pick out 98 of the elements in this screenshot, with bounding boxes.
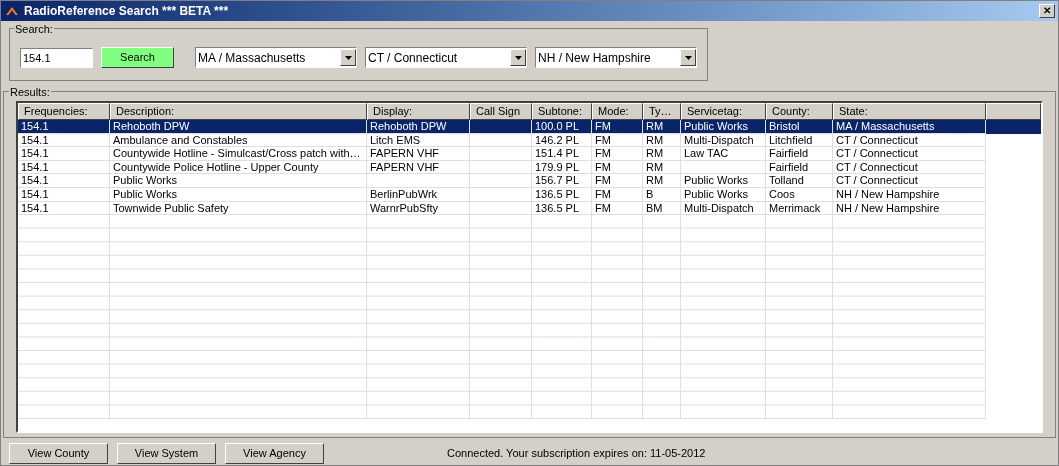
table-cell: Public Works — [684, 120, 748, 132]
table-cell: RM — [646, 147, 664, 160]
view-button[interactable]: View System — [117, 443, 216, 464]
table-cell: RM — [646, 133, 664, 146]
table-cell: NH / New Hampshire — [836, 201, 940, 214]
caret-icon — [514, 55, 522, 60]
result-row[interactable]: 154.1 Public Works 156.7 PL FM RM Public Works Tolland CT / Connecticut — [18, 174, 1041, 188]
table-cell: Townwide Public Safety — [113, 201, 229, 214]
table-cell: CT / Connecticut — [836, 174, 918, 187]
table-cell: Multi-Dispatch — [684, 201, 754, 214]
table-cell: 154.1 — [21, 120, 49, 132]
table-cell: B — [646, 187, 654, 200]
view-button[interactable]: View County — [9, 443, 108, 464]
table-cell: Fairfield — [769, 147, 809, 160]
table-cell: Tolland — [769, 174, 804, 187]
status-text: Connected. Your subscription expires on: 11-05-2012 — [447, 446, 706, 462]
table-cell: FM — [595, 120, 611, 132]
table-cell: Public Works — [113, 187, 177, 200]
state-dropdown[interactable]: NH / New Hampshire — [535, 47, 697, 68]
table-cell: NH / New Hampshire — [836, 187, 940, 200]
table-cell: BerlinPubWrk — [370, 187, 438, 200]
table-cell: 154.1 — [21, 201, 49, 214]
dropdown-button[interactable] — [340, 49, 356, 66]
table-cell: WarnrPubSfty — [370, 201, 439, 214]
result-row[interactable]: 154.1 Townwide Public Safety WarnrPubSfty 136.5 PL FM BM Multi-Dispatch Merrimack NH / New Hampshire — [18, 201, 1041, 216]
dropdown-button[interactable] — [680, 49, 696, 66]
table-cell: FAPERN VHF — [370, 147, 440, 160]
result-row[interactable]: 154.1 Ambulance and Constables Litch EMS 146.2 PL FM RM Multi-Dispatch Litchfield CT / Connecticut — [18, 133, 1041, 148]
frequency-field[interactable]: 154.1 — [20, 47, 93, 68]
column-header[interactable]: Frequencies: — [18, 103, 110, 120]
table-cell: FM — [595, 201, 611, 214]
caret-icon — [684, 55, 692, 60]
table-cell: 146.2 PL — [535, 133, 580, 146]
dropdown-value: MA / Massachusetts — [198, 49, 307, 67]
table-cell: Countywide Hotline - Simulcast/Cross patch with… — [113, 147, 361, 160]
dropdown-value: NH / New Hampshire — [538, 49, 652, 67]
table-cell: 154.1 — [21, 174, 49, 187]
column-header[interactable]: County: — [766, 103, 833, 120]
table-cell: Public Works — [684, 187, 748, 200]
state-dropdown[interactable]: MA / Massachusetts — [195, 47, 357, 68]
column-header[interactable]: Display: — [367, 103, 470, 120]
table-cell: RM — [646, 120, 664, 132]
table-cell: FM — [595, 147, 611, 160]
table-cell: FM — [595, 187, 611, 200]
table-cell: FM — [595, 160, 611, 173]
column-header[interactable]: Description: — [110, 103, 367, 120]
table-cell: Law TAC — [684, 147, 729, 160]
table-cell: Litchfield — [769, 133, 813, 146]
table-cell: 136.5 PL — [535, 201, 580, 214]
table-cell: MA / Massachusetts — [836, 120, 935, 132]
column-header[interactable]: Servicetag: — [681, 103, 766, 120]
view-button[interactable]: View Agency — [225, 443, 324, 464]
table-cell: Multi-Dispatch — [684, 133, 754, 146]
table-cell: Coos — [769, 187, 795, 200]
table-cell: 154.1 — [21, 133, 49, 146]
column-header[interactable]: Subtone: — [532, 103, 592, 120]
table-cell: 179.9 PL — [535, 160, 580, 173]
search-button[interactable]: Search — [101, 47, 174, 68]
table-cell: 136.5 PL — [535, 187, 580, 200]
column-header[interactable]: State: — [833, 103, 986, 120]
table-cell: Rehoboth DPW — [113, 120, 190, 132]
table-cell: RM — [646, 174, 664, 187]
table-cell: RM — [646, 160, 664, 173]
dropdown-button[interactable] — [510, 49, 526, 66]
table-cell: Public Works — [684, 174, 748, 187]
table-cell: FAPERN VHF — [370, 160, 440, 173]
table-cell: 154.1 — [21, 187, 49, 200]
state-dropdown[interactable]: CT / Connecticut — [365, 47, 527, 68]
column-header[interactable]: Mode: — [592, 103, 643, 120]
dropdown-value: CT / Connecticut — [368, 49, 459, 67]
column-header[interactable]: Call Sign — [470, 103, 532, 120]
table-cell: 151.4 PL — [535, 147, 580, 160]
table-cell: FM — [595, 174, 611, 187]
table-cell: Public Works — [113, 174, 177, 187]
table-cell: Rehoboth DPW — [370, 120, 447, 132]
table-cell: 154.1 — [21, 160, 49, 173]
table-cell: BM — [646, 201, 663, 214]
table-cell: 156.7 PL — [535, 174, 580, 187]
close-button[interactable]: ✕ — [1039, 4, 1055, 18]
window-title: RadioReference Search *** BETA *** — [24, 3, 229, 20]
caret-icon — [344, 55, 352, 60]
table-cell: CT / Connecticut — [836, 160, 918, 173]
result-row[interactable]: 154.1 Countywide Police Hotline - Upper County FAPERN VHF 179.9 PL FM RM Fairfield CT / Connecticut — [18, 160, 1041, 175]
table-cell: CT / Connecticut — [836, 147, 918, 160]
table-cell: Fairfield — [769, 160, 809, 173]
table-cell: 100.0 PL — [535, 120, 580, 132]
table-cell: Merrimack — [769, 201, 821, 214]
table-cell: 154.1 — [21, 147, 49, 160]
table-cell: FM — [595, 133, 611, 146]
column-header[interactable]: Ty… — [643, 103, 681, 120]
result-row[interactable]: 154.1 Rehoboth DPW Rehoboth DPW 100.0 PL FM RM Public Works Bristol MA / Massachusetts — [18, 120, 1041, 134]
table-cell: Countywide Police Hotline - Upper County — [113, 160, 319, 173]
table-cell: Bristol — [769, 120, 800, 132]
table-cell: Litch EMS — [370, 133, 421, 146]
table-cell: Ambulance and Constables — [113, 133, 248, 146]
table-cell: CT / Connecticut — [836, 133, 918, 146]
result-row[interactable]: 154.1 Countywide Hotline - Simulcast/Cross patch with… FAPERN VHF 151.4 PL FM RM Law TAC Fairfield CT / Connecticut — [18, 147, 1041, 161]
result-row[interactable]: 154.1 Public Works BerlinPubWrk 136.5 PL FM B Public Works Coos NH / New Hampshire — [18, 187, 1041, 202]
